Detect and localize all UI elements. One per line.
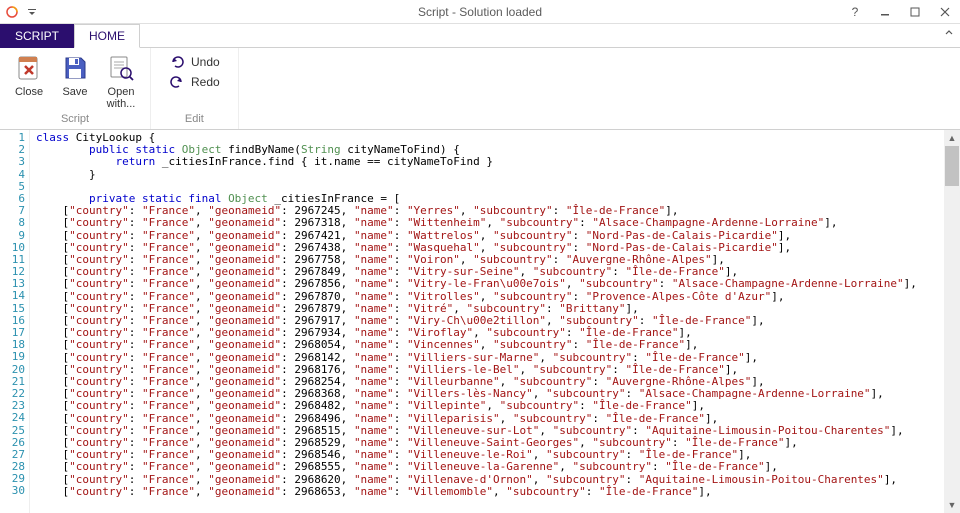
tab-script[interactable]: SCRIPT: [0, 24, 74, 48]
ribbon-group-label-edit: Edit: [159, 113, 230, 127]
app-icon: [4, 4, 20, 20]
help-button[interactable]: ?: [840, 1, 870, 23]
ribbon-tabstrip: SCRIPT HOME: [0, 24, 960, 48]
undo-icon: [169, 54, 185, 70]
redo-icon: [169, 74, 185, 90]
save-label: Save: [62, 86, 87, 98]
open-with-button[interactable]: Open with...: [100, 50, 142, 110]
redo-button[interactable]: Redo: [169, 74, 220, 90]
open-with-label: Open with...: [107, 86, 136, 110]
vertical-scrollbar[interactable]: ▲ ▼: [944, 130, 960, 513]
save-button[interactable]: Save: [54, 50, 96, 110]
ribbon-group-edit: Undo Redo Edit: [151, 48, 239, 129]
redo-label: Redo: [191, 75, 220, 89]
undo-button[interactable]: Undo: [169, 54, 220, 70]
undo-label: Undo: [191, 55, 220, 69]
ribbon-group-script: Close Save Open with... Script: [0, 48, 151, 129]
collapse-ribbon-icon[interactable]: [944, 28, 954, 41]
ribbon: Close Save Open with... Script: [0, 48, 960, 130]
scroll-up-arrow[interactable]: ▲: [944, 130, 960, 146]
close-icon: [13, 52, 45, 84]
close-window-button[interactable]: [930, 1, 960, 23]
code-area[interactable]: class CityLookup { public static Object …: [30, 130, 960, 513]
minimize-button[interactable]: [870, 1, 900, 23]
scroll-thumb[interactable]: [945, 146, 959, 186]
close-label: Close: [15, 86, 43, 98]
tab-home[interactable]: HOME: [74, 24, 140, 48]
ribbon-group-label-script: Script: [8, 113, 142, 127]
save-icon: [59, 52, 91, 84]
window-title: Script - Solution loaded: [418, 5, 542, 19]
line-number-gutter: 1234567891011121314151617181920212223242…: [0, 130, 30, 513]
maximize-button[interactable]: [900, 1, 930, 23]
qat-dropdown-icon[interactable]: [24, 4, 40, 20]
title-bar: Script - Solution loaded ?: [0, 0, 960, 24]
editor: 1234567891011121314151617181920212223242…: [0, 130, 960, 513]
scroll-down-arrow[interactable]: ▼: [944, 497, 960, 513]
close-button[interactable]: Close: [8, 50, 50, 110]
open-with-icon: [105, 52, 137, 84]
